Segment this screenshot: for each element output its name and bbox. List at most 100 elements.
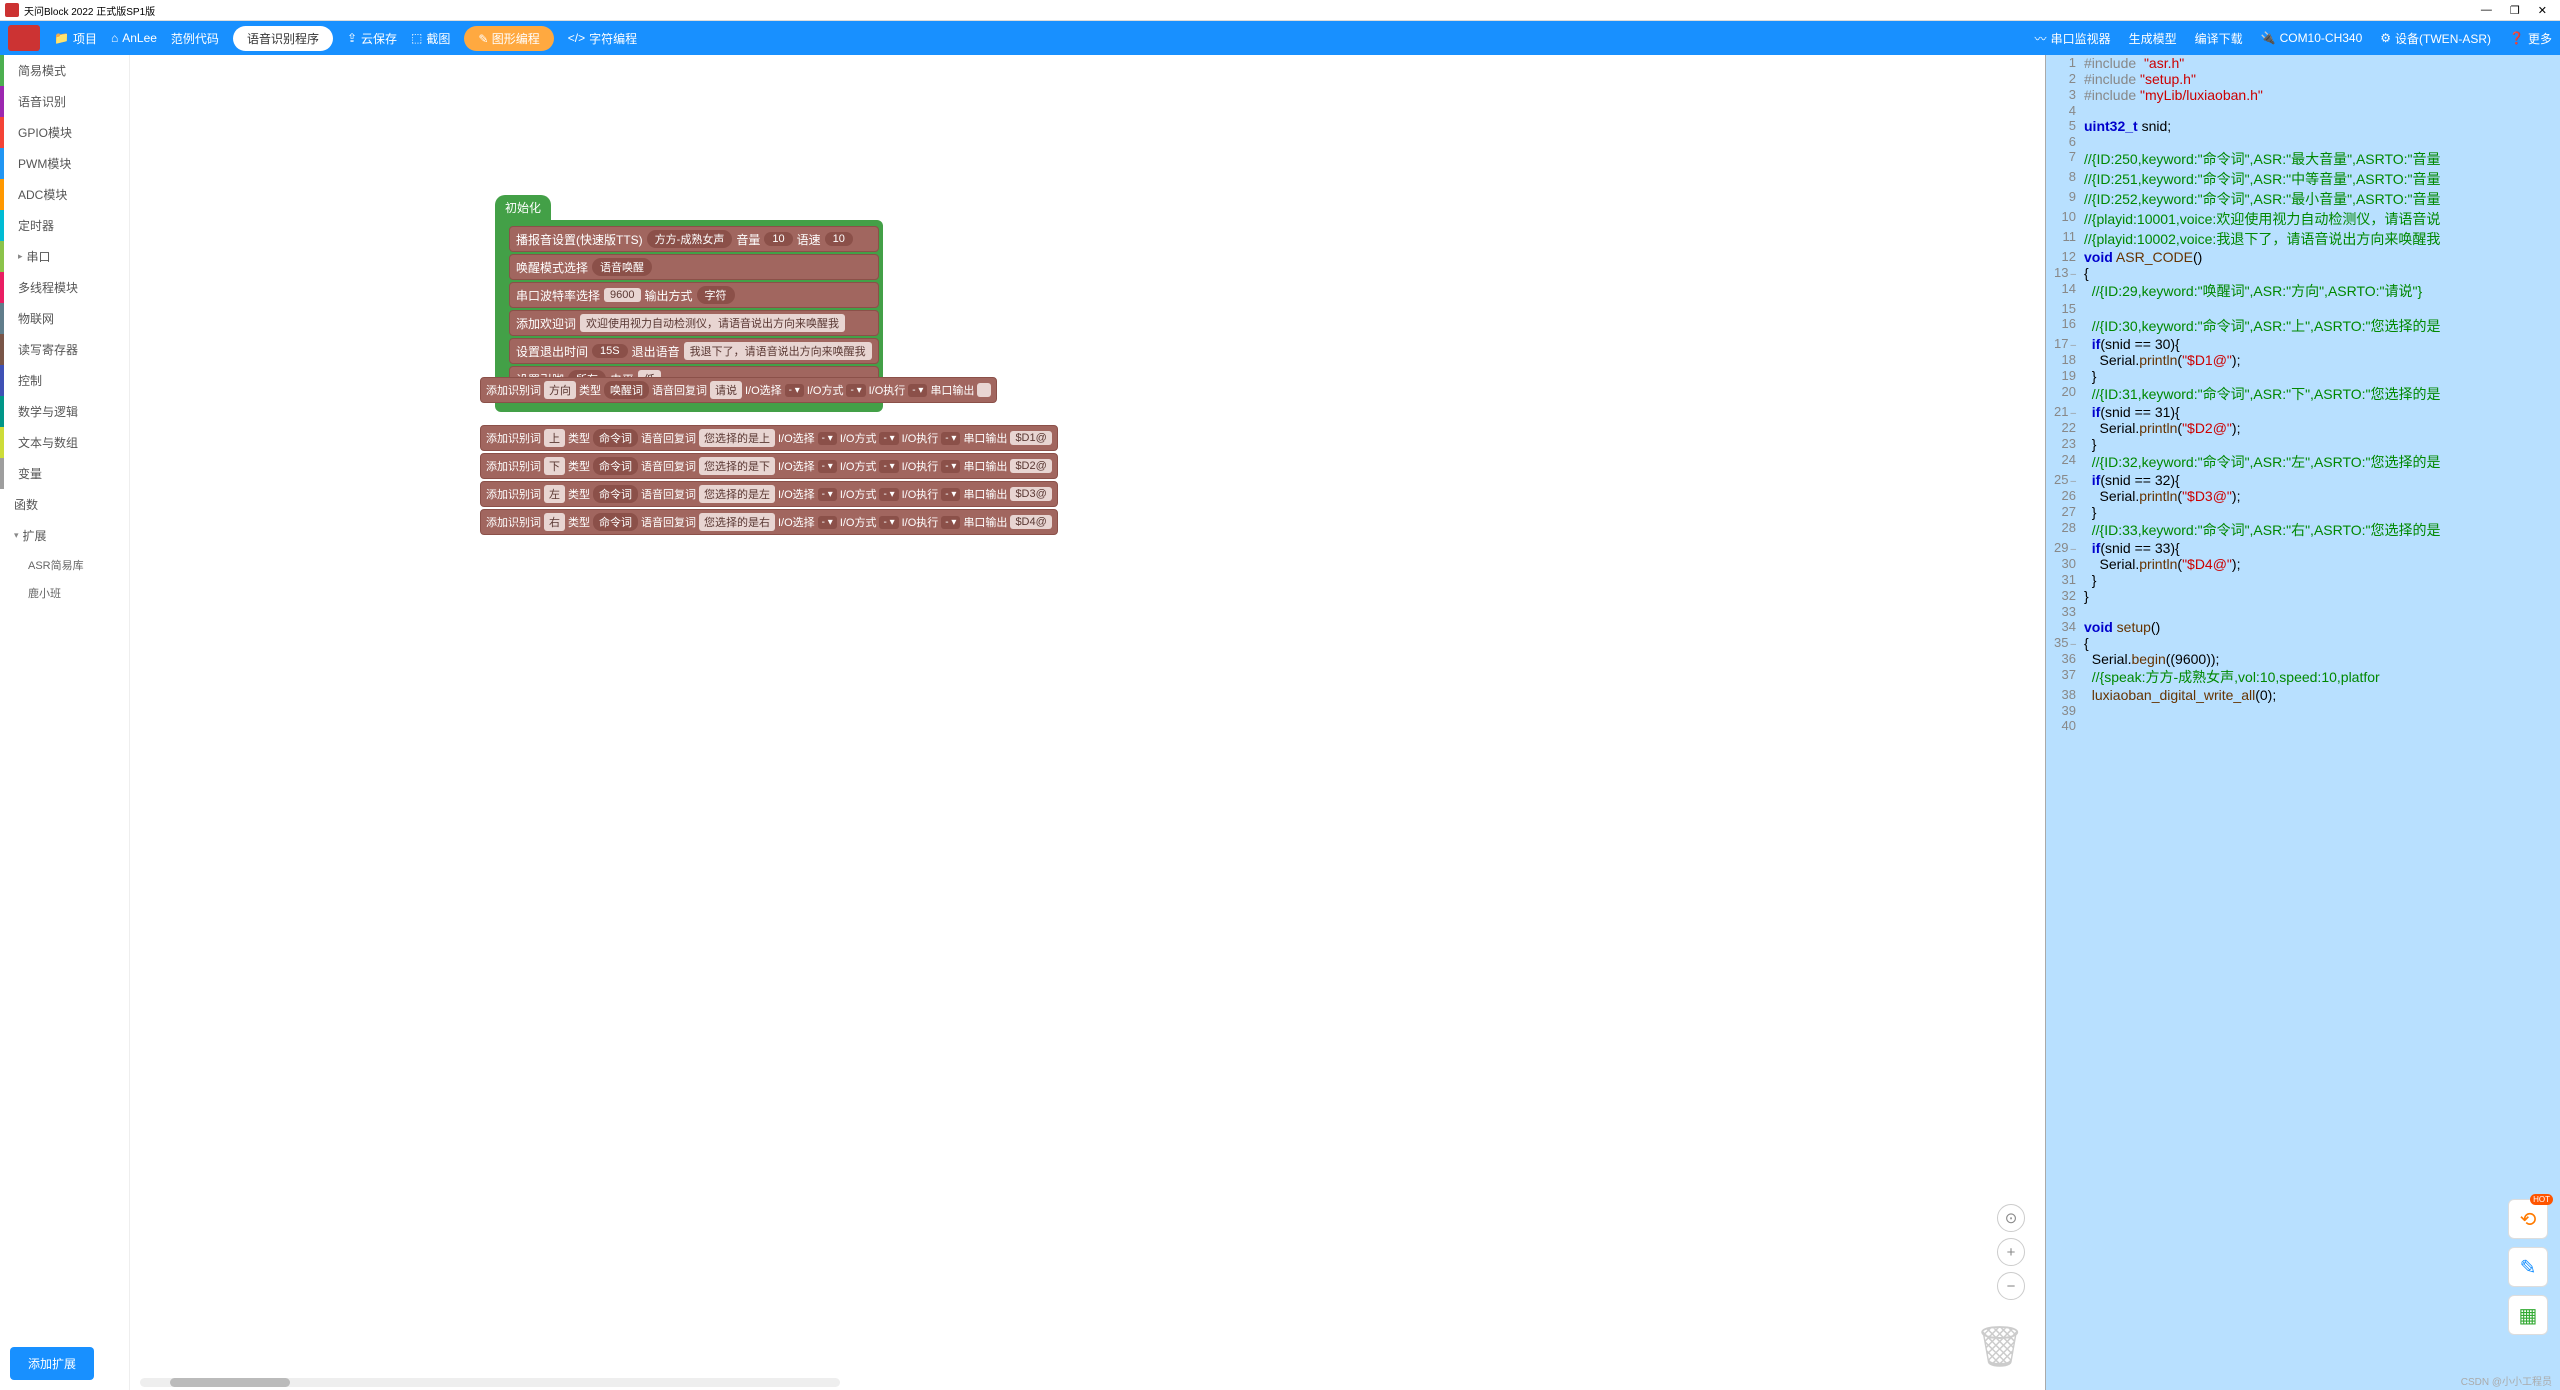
code-line-9[interactable]: 9//{ID:252,keyword:"命令词",ASR:"最小音量",ASRT… <box>2046 189 2560 209</box>
sidebar-item-8[interactable]: 物联网 <box>0 303 129 334</box>
code-line-15[interactable]: 15 <box>2046 301 2560 316</box>
code-line-35[interactable]: 35{ <box>2046 635 2560 651</box>
device-selector[interactable]: ⚙ 设备(TWEN-ASR) <box>2380 30 2491 47</box>
compile-download-button[interactable]: 编译下载 <box>2195 30 2243 47</box>
more-menu[interactable]: ❓ 更多 <box>2509 30 2552 47</box>
voice-dropdown[interactable]: 方方-成熟女声 <box>647 230 733 248</box>
maximize-button[interactable]: ❐ <box>2510 4 2520 17</box>
program-tab[interactable]: 语音识别程序 <box>233 26 333 51</box>
sidebar-item-5[interactable]: 定时器 <box>0 210 129 241</box>
sidebar-item-14[interactable]: 函数 <box>0 489 129 520</box>
char-programming-tab[interactable]: </> 字符编程 <box>568 30 637 47</box>
trash-icon[interactable]: 🗑 <box>1974 1323 2025 1370</box>
sidebar-item-15[interactable]: 扩展 <box>0 520 129 551</box>
sidebar-item-6[interactable]: 串口 <box>0 241 129 272</box>
exit-voice-field[interactable]: 我退下了，请语音说出方向来唤醒我 <box>684 342 872 360</box>
sidebar-item-0[interactable]: 简易模式 <box>0 55 129 86</box>
share-button[interactable]: ⟲ <box>2508 1199 2548 1239</box>
qrcode-button[interactable]: ▦ <box>2508 1295 2548 1335</box>
code-line-31[interactable]: 31 } <box>2046 572 2560 588</box>
code-line-13[interactable]: 13{ <box>2046 265 2560 281</box>
sidebar-sub-0[interactable]: ASR简易库 <box>0 551 129 579</box>
add-extension-button[interactable]: 添加扩展 <box>10 1347 94 1380</box>
code-line-40[interactable]: 40 <box>2046 718 2560 733</box>
code-line-30[interactable]: 30 Serial.println("$D4@"); <box>2046 556 2560 572</box>
code-line-23[interactable]: 23 } <box>2046 436 2560 452</box>
code-line-28[interactable]: 28 //{ID:33,keyword:"命令词",ASR:"右",ASRTO:… <box>2046 520 2560 540</box>
code-line-14[interactable]: 14 //{ID:29,keyword:"唤醒词",ASR:"方向",ASRTO… <box>2046 281 2560 301</box>
volume-field[interactable]: 10 <box>764 232 792 246</box>
code-line-8[interactable]: 8//{ID:251,keyword:"命令词",ASR:"中等音量",ASRT… <box>2046 169 2560 189</box>
port-selector[interactable]: 🔌 COM10-CH340 <box>2261 31 2363 45</box>
sidebar-item-1[interactable]: 语音识别 <box>0 86 129 117</box>
sidebar-item-4[interactable]: ADC模块 <box>0 179 129 210</box>
zoom-in-button[interactable]: + <box>1997 1238 2025 1266</box>
project-menu[interactable]: 📁 项目 <box>54 30 97 47</box>
recognition-command-blocks[interactable]: 添加识别词上类型命令词语音回复词您选择的是上I/O选择- ▾I/O方式- ▾I/… <box>480 423 1058 537</box>
code-line-25[interactable]: 25 if(snid == 32){ <box>2046 472 2560 488</box>
generate-model-button[interactable]: 生成模型 <box>2129 30 2177 47</box>
code-line-29[interactable]: 29 if(snid == 33){ <box>2046 540 2560 556</box>
sidebar-item-9[interactable]: 读写寄存器 <box>0 334 129 365</box>
code-line-33[interactable]: 33 <box>2046 604 2560 619</box>
code-line-18[interactable]: 18 Serial.println("$D1@"); <box>2046 352 2560 368</box>
wake-mode-block[interactable]: 唤醒模式选择 语音唤醒 <box>509 254 879 280</box>
code-line-20[interactable]: 20 //{ID:31,keyword:"命令词",ASR:"下",ASRTO:… <box>2046 384 2560 404</box>
code-line-24[interactable]: 24 //{ID:32,keyword:"命令词",ASR:"左",ASRTO:… <box>2046 452 2560 472</box>
recognition-row-1[interactable]: 添加识别词下类型命令词语音回复词您选择的是下I/O选择- ▾I/O方式- ▾I/… <box>480 453 1058 479</box>
canvas-scrollbar[interactable] <box>140 1378 840 1387</box>
graphic-programming-tab[interactable]: ✎ 图形编程 <box>464 26 553 51</box>
minimize-button[interactable]: — <box>2481 4 2492 17</box>
cloud-save-button[interactable]: ⇪ 云保存 <box>347 30 397 47</box>
code-line-12[interactable]: 12void ASR_CODE() <box>2046 249 2560 265</box>
code-line-2[interactable]: 2#include "setup.h" <box>2046 71 2560 87</box>
sidebar-item-12[interactable]: 文本与数组 <box>0 427 129 458</box>
code-line-36[interactable]: 36 Serial.begin((9600)); <box>2046 651 2560 667</box>
code-line-37[interactable]: 37 //{speak:方方-成熟女声,vol:10,speed:10,plat… <box>2046 667 2560 687</box>
exit-time-block[interactable]: 设置退出时间 15S 退出语音 我退下了，请语音说出方向来唤醒我 <box>509 338 879 364</box>
baud-block[interactable]: 串口波特率选择 9600 输出方式 字符 <box>509 282 879 308</box>
code-line-10[interactable]: 10//{playid:10001,voice:欢迎使用视力自动检测仪，请语音说 <box>2046 209 2560 229</box>
welcome-block[interactable]: 添加欢迎词 欢迎使用视力自动检测仪，请语音说出方向来唤醒我 <box>509 310 879 336</box>
code-line-4[interactable]: 4 <box>2046 103 2560 118</box>
welcome-text-field[interactable]: 欢迎使用视力自动检测仪，请语音说出方向来唤醒我 <box>580 314 845 332</box>
code-line-3[interactable]: 3#include "myLib/luxiaoban.h" <box>2046 87 2560 103</box>
sidebar-item-11[interactable]: 数学与逻辑 <box>0 396 129 427</box>
code-line-6[interactable]: 6 <box>2046 134 2560 149</box>
code-line-26[interactable]: 26 Serial.println("$D3@"); <box>2046 488 2560 504</box>
sidebar-sub-1[interactable]: 鹿小班 <box>0 579 129 607</box>
code-line-19[interactable]: 19 } <box>2046 368 2560 384</box>
code-line-27[interactable]: 27 } <box>2046 504 2560 520</box>
code-line-21[interactable]: 21 if(snid == 31){ <box>2046 404 2560 420</box>
recognition-wake-block[interactable]: 添加识别词方向 类型唤醒词 语音回复词请说 I/O选择- ▾ I/O方式- ▾ … <box>480 375 997 405</box>
sidebar-item-2[interactable]: GPIO模块 <box>0 117 129 148</box>
recognition-row-0[interactable]: 添加识别词上类型命令词语音回复词您选择的是上I/O选择- ▾I/O方式- ▾I/… <box>480 425 1058 451</box>
tts-setting-block[interactable]: 播报音设置(快速版TTS) 方方-成熟女声 音量10 语速10 <box>509 226 879 252</box>
code-line-17[interactable]: 17 if(snid == 30){ <box>2046 336 2560 352</box>
recognition-row-3[interactable]: 添加识别词右类型命令词语音回复词您选择的是右I/O选择- ▾I/O方式- ▾I/… <box>480 509 1058 535</box>
code-line-16[interactable]: 16 //{ID:30,keyword:"命令词",ASR:"上",ASRTO:… <box>2046 316 2560 336</box>
code-line-22[interactable]: 22 Serial.println("$D2@"); <box>2046 420 2560 436</box>
baud-field[interactable]: 9600 <box>604 288 640 302</box>
speed-field[interactable]: 10 <box>825 232 853 246</box>
code-line-1[interactable]: 1#include "asr.h" <box>2046 55 2560 71</box>
code-line-7[interactable]: 7//{ID:250,keyword:"命令词",ASR:"最大音量",ASRT… <box>2046 149 2560 169</box>
center-button[interactable]: ⊙ <box>1997 1204 2025 1232</box>
edit-button[interactable]: ✎ <box>2508 1247 2548 1287</box>
sidebar-item-13[interactable]: 变量 <box>0 458 129 489</box>
wake-mode-dropdown[interactable]: 语音唤醒 <box>592 258 652 276</box>
sample-code-button[interactable]: 范例代码 <box>171 30 219 47</box>
code-line-34[interactable]: 34void setup() <box>2046 619 2560 635</box>
recognition-row-2[interactable]: 添加识别词左类型命令词语音回复词您选择的是左I/O选择- ▾I/O方式- ▾I/… <box>480 481 1058 507</box>
code-line-5[interactable]: 5uint32_t snid; <box>2046 118 2560 134</box>
screenshot-button[interactable]: ⬚ 截图 <box>411 30 450 47</box>
init-hat[interactable]: 初始化 <box>495 195 551 220</box>
sidebar-item-7[interactable]: 多线程模块 <box>0 272 129 303</box>
close-button[interactable]: ✕ <box>2538 4 2547 17</box>
code-line-39[interactable]: 39 <box>2046 703 2560 718</box>
block-canvas[interactable]: 初始化 播报音设置(快速版TTS) 方方-成熟女声 音量10 语速10 唤醒模式… <box>130 55 2045 1390</box>
code-line-11[interactable]: 11//{playid:10002,voice:我退下了，请语音说出方向来唤醒我 <box>2046 229 2560 249</box>
code-line-32[interactable]: 32} <box>2046 588 2560 604</box>
serial-monitor-button[interactable]: 〰 串口监视器 <box>2035 30 2111 47</box>
sidebar-item-10[interactable]: 控制 <box>0 365 129 396</box>
